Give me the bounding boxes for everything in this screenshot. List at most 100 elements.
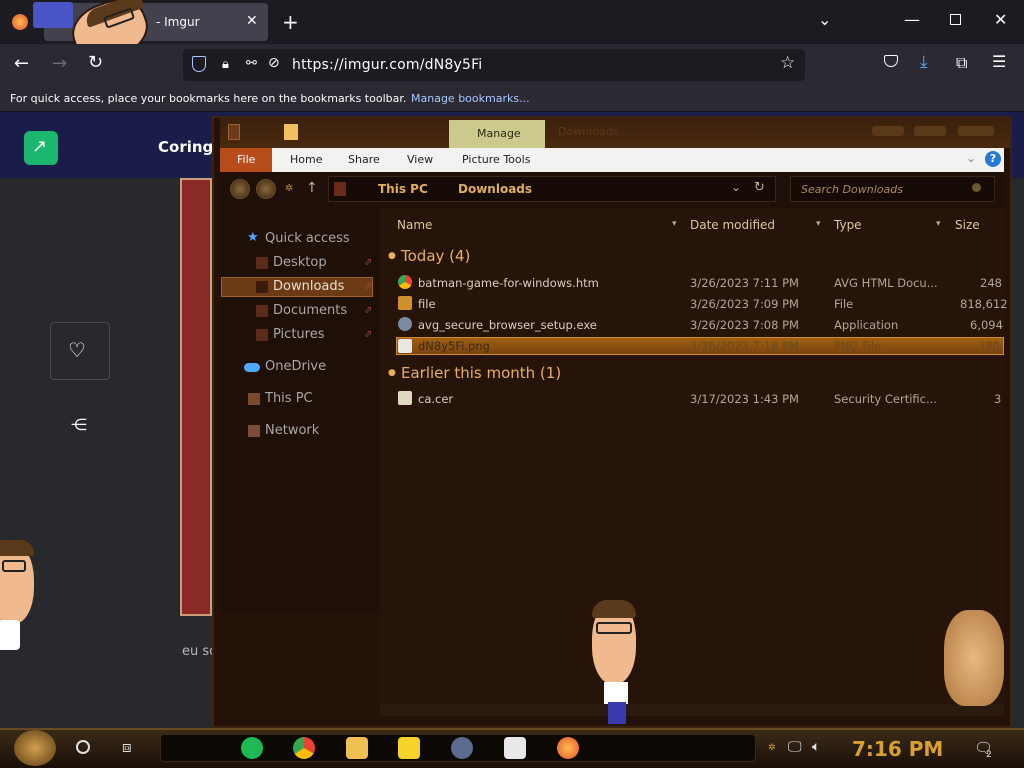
nav-desktop[interactable]: Desktop — [273, 255, 327, 270]
chrome-icon[interactable] — [293, 737, 315, 759]
file-type: Security Certific... — [834, 392, 937, 406]
nav-pictures[interactable]: Pictures — [273, 327, 324, 342]
cartoon-hair-left — [0, 540, 34, 556]
manage-bookmarks-link[interactable]: Manage bookmarks... — [411, 92, 530, 105]
column-date-sort-icon[interactable]: ▾ — [816, 219, 821, 229]
tray-overflow-icon[interactable]: ✲ — [768, 743, 776, 753]
column-type-sort-icon[interactable]: ▾ — [936, 219, 941, 229]
nav-downloads[interactable]: Downloads — [273, 279, 344, 294]
ribbon-expand-icon[interactable]: ⌄ — [966, 151, 976, 165]
search-icon — [972, 183, 981, 192]
close-window-icon[interactable]: ✕ — [994, 10, 1007, 29]
url-text[interactable]: https://imgur.com/dN8y5Fi — [292, 57, 482, 73]
explorer-minimize-icon[interactable] — [872, 126, 904, 136]
file-size: 818,612 — [960, 297, 1008, 311]
avg-browser-icon[interactable] — [451, 737, 473, 759]
volume-muted-icon[interactable]: 🔈︎ — [812, 739, 820, 755]
file-explorer-icon[interactable] — [346, 737, 368, 759]
start-button[interactable] — [14, 730, 56, 766]
lock-icon[interactable]: 🔒︎ — [222, 57, 229, 72]
recent-locations-icon[interactable]: ✲ — [285, 183, 293, 194]
file-name[interactable]: ca.cer — [418, 392, 453, 406]
7zip-icon[interactable] — [504, 737, 526, 759]
tab-close-icon[interactable]: ✕ — [246, 13, 258, 29]
this-pc-nav-icon — [248, 393, 260, 405]
cartoon-hair-center — [592, 600, 636, 618]
maximize-icon[interactable] — [950, 14, 961, 25]
column-name[interactable]: Name — [397, 218, 432, 232]
folder-quick-icon[interactable] — [284, 124, 298, 140]
shield-icon[interactable] — [192, 56, 206, 72]
nav-quick-access[interactable]: Quick access — [265, 231, 350, 246]
task-view-icon[interactable]: ⧈ — [122, 738, 132, 756]
downloads-icon[interactable]: ⤓ — [920, 52, 928, 72]
tracking-icon[interactable]: ⊘ — [268, 55, 280, 71]
breadcrumb-this-pc[interactable]: This PC — [378, 182, 428, 196]
file-date: 3/26/2023 7:11 PM — [690, 276, 799, 290]
search-circle-icon[interactable] — [76, 740, 90, 754]
group-collapse-icon[interactable]: ● — [388, 251, 396, 261]
new-tab-icon[interactable]: + — [282, 10, 299, 34]
forward-icon[interactable]: → — [52, 53, 67, 74]
nav-onedrive[interactable]: OneDrive — [265, 359, 326, 374]
refresh-icon[interactable]: ↻ — [754, 180, 765, 195]
group-today[interactable]: Today (4) — [401, 247, 470, 265]
ribbon-tab-share[interactable]: Share — [348, 153, 380, 166]
nav-network[interactable]: Network — [265, 423, 319, 438]
nav-documents[interactable]: Documents — [273, 303, 347, 318]
explorer-close-icon[interactable] — [958, 126, 994, 136]
column-type[interactable]: Type — [834, 218, 862, 232]
file-name[interactable]: batman-game-for-windows.htm — [418, 276, 599, 290]
column-size[interactable]: Size — [955, 218, 980, 232]
manage-label: Manage — [477, 127, 521, 140]
file-name[interactable]: avg_secure_browser_setup.exe — [418, 318, 597, 332]
file-type: Application — [834, 318, 899, 332]
sticky-notes-icon[interactable] — [398, 737, 420, 759]
network-tray-icon[interactable]: 🖵︎ — [788, 739, 802, 755]
window-title: Downloads — [558, 125, 619, 138]
ribbon-tab-picture-tools[interactable]: Picture Tools — [462, 153, 530, 166]
help-icon[interactable]: ? — [985, 151, 1001, 167]
clock[interactable]: 7:16 PM — [852, 737, 943, 761]
explorer-back-icon[interactable] — [230, 179, 250, 199]
reload-icon[interactable]: ↻ — [88, 52, 103, 73]
column-name-sort-icon[interactable]: ▾ — [672, 219, 677, 229]
address-dropdown-icon[interactable]: ⌄ — [731, 180, 741, 194]
extensions-icon[interactable]: ⧉ — [956, 53, 967, 73]
nav-this-pc[interactable]: This PC — [265, 391, 313, 406]
minimize-icon[interactable]: — — [904, 10, 920, 29]
network-icon — [248, 425, 260, 437]
cartoon-body-center — [604, 682, 628, 704]
pin-icon: ⬀ — [364, 281, 373, 292]
file-size: 3 — [994, 392, 1002, 406]
column-date-modified[interactable]: Date modified — [690, 218, 775, 232]
back-icon[interactable]: ← — [14, 53, 29, 74]
ribbon-tab-view[interactable]: View — [407, 153, 433, 166]
explorer-forward-icon[interactable] — [256, 179, 276, 199]
file-name[interactable]: dN8y5Fi.png — [418, 339, 490, 353]
file-name[interactable]: file — [418, 297, 436, 311]
breadcrumb-downloads[interactable]: Downloads — [458, 182, 532, 196]
horizontal-scrollbar[interactable] — [380, 704, 1004, 716]
permissions-icon[interactable]: ⚯ — [246, 56, 257, 71]
ribbon-bar — [220, 148, 1004, 172]
quick-access-toolbar-icon[interactable] — [228, 124, 240, 140]
menu-icon[interactable]: ☰ — [992, 52, 1006, 71]
firefox-icon — [12, 14, 28, 30]
group-earlier-this-month[interactable]: Earlier this month (1) — [401, 364, 561, 382]
quick-access-star-icon: ★ — [247, 230, 259, 245]
firefox-taskbar-icon[interactable] — [557, 737, 579, 759]
share-icon[interactable]: ⋲ — [71, 415, 87, 434]
ribbon-tab-home[interactable]: Home — [290, 153, 322, 166]
bookmark-star-icon[interactable]: ☆ — [780, 53, 795, 73]
up-icon[interactable]: ↑ — [306, 180, 318, 196]
this-pc-icon — [334, 182, 346, 196]
desktop-folder-icon — [256, 257, 268, 269]
upload-arrow-icon: ↗ — [32, 136, 48, 157]
file-size: 380 — [978, 339, 1000, 353]
explorer-maximize-icon[interactable] — [914, 126, 946, 136]
group-collapse-icon[interactable]: ● — [388, 368, 396, 378]
list-tabs-icon[interactable]: ⌄ — [818, 10, 831, 29]
png-file-icon — [398, 339, 412, 353]
spotify-icon[interactable] — [241, 737, 263, 759]
